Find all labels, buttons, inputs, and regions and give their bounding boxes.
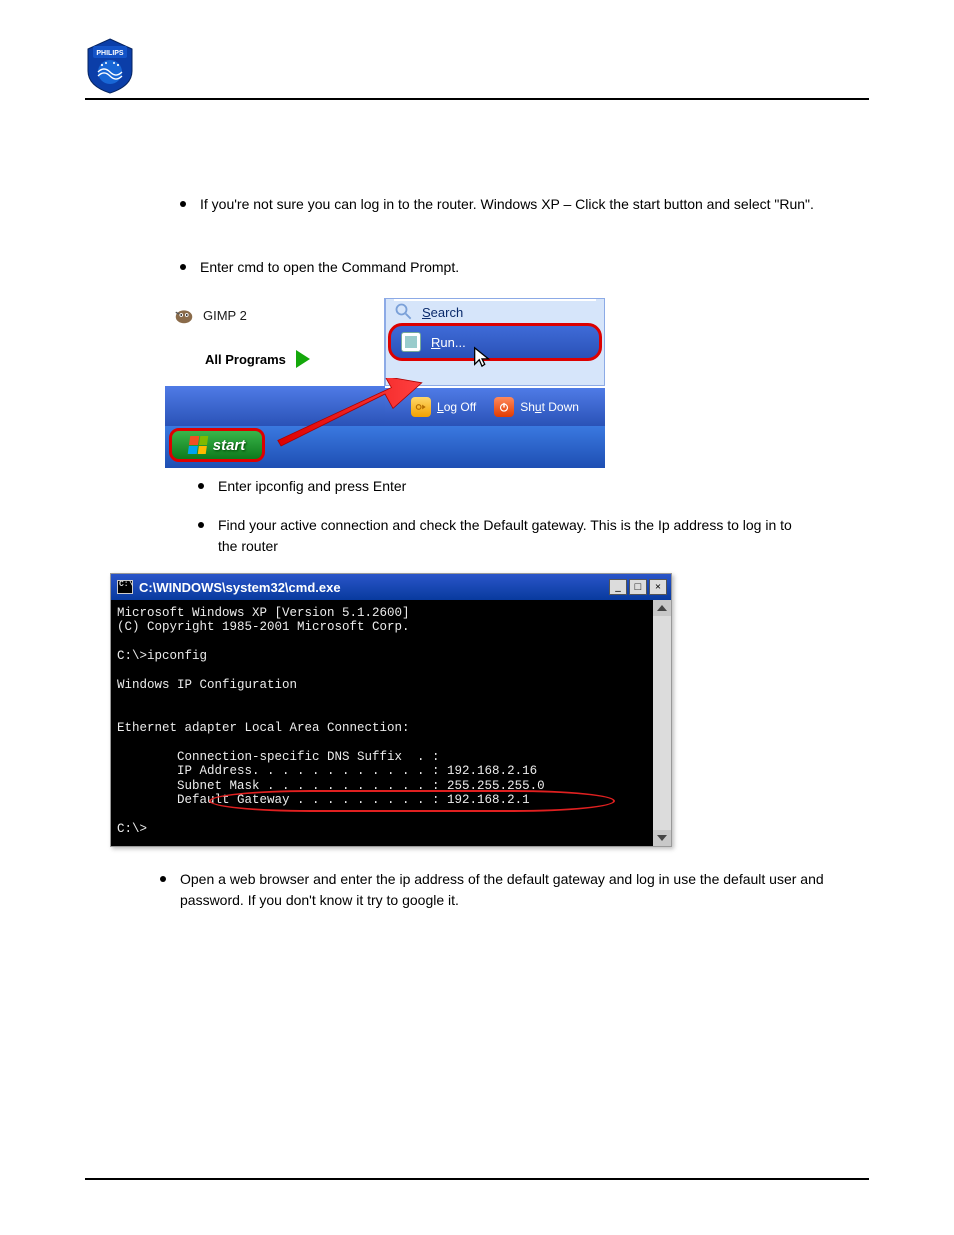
bullet-dot-icon bbox=[180, 264, 186, 270]
cmd-icon bbox=[117, 580, 133, 594]
chevron-right-icon bbox=[296, 350, 310, 368]
cmd-title: C:\WINDOWS\system32\cmd.exe bbox=[139, 580, 341, 595]
bullet-dot-icon bbox=[198, 522, 204, 528]
bullet-text: Find your active connection and check th… bbox=[218, 515, 798, 557]
start-right-panel: Search Run... bbox=[385, 298, 605, 386]
bullet-dot-icon bbox=[160, 876, 166, 882]
all-programs-label: All Programs bbox=[205, 352, 286, 367]
all-programs-button[interactable]: All Programs bbox=[205, 350, 310, 368]
svg-text:PHILIPS: PHILIPS bbox=[96, 50, 124, 57]
bullet-dot-icon bbox=[198, 483, 204, 489]
cmd-terminal-body[interactable]: Microsoft Windows XP [Version 5.1.2600] … bbox=[111, 600, 671, 846]
logoff-button[interactable]: Log Off bbox=[411, 397, 476, 417]
bullet-row: If you're not sure you can log in to the… bbox=[180, 194, 820, 215]
cmd-titlebar[interactable]: C:\WINDOWS\system32\cmd.exe _ □ × bbox=[111, 574, 671, 600]
search-label: Search bbox=[422, 305, 463, 320]
run-menu-item[interactable]: Run... bbox=[388, 323, 602, 361]
logoff-label: Log Off bbox=[437, 400, 476, 414]
cmd-output: Microsoft Windows XP [Version 5.1.2600] … bbox=[117, 606, 545, 836]
bullet-text: Enter cmd to open the Command Prompt. bbox=[200, 257, 869, 278]
cmd-window-screenshot: C:\WINDOWS\system32\cmd.exe _ □ × Micros… bbox=[110, 573, 672, 847]
search-icon bbox=[394, 302, 414, 322]
gimp-icon bbox=[173, 304, 195, 326]
bullet-row: Enter cmd to open the Command Prompt. bbox=[180, 257, 869, 278]
shutdown-label: Shut Down bbox=[520, 400, 579, 414]
maximize-button[interactable]: □ bbox=[629, 579, 647, 595]
minimize-button[interactable]: _ bbox=[609, 579, 627, 595]
start-item-label: GIMP 2 bbox=[203, 308, 247, 323]
start-footer-left bbox=[165, 386, 385, 426]
philips-logo: PHILIPS bbox=[85, 38, 135, 94]
page-header: PHILIPS bbox=[85, 0, 869, 100]
logoff-icon bbox=[411, 397, 431, 417]
bullet-row: Open a web browser and enter the ip addr… bbox=[160, 869, 860, 911]
scroll-down-button[interactable] bbox=[653, 830, 671, 846]
bullet-text: Open a web browser and enter the ip addr… bbox=[180, 869, 860, 911]
bullet-dot-icon bbox=[180, 201, 186, 207]
run-icon bbox=[401, 332, 421, 352]
shutdown-icon bbox=[494, 397, 514, 417]
start-item-gimp[interactable]: GIMP 2 bbox=[173, 304, 247, 326]
run-label: Run... bbox=[431, 335, 466, 350]
shutdown-button[interactable]: Shut Down bbox=[494, 397, 579, 417]
cursor-icon bbox=[471, 346, 493, 368]
start-label: start bbox=[213, 437, 246, 454]
page-footer-rule bbox=[85, 1178, 869, 1180]
bullet-row: Enter ipconfig and press Enter bbox=[198, 476, 869, 497]
close-button[interactable]: × bbox=[649, 579, 667, 595]
bullet-text: Enter ipconfig and press Enter bbox=[218, 476, 869, 497]
start-menu-screenshot: GIMP 2 All Programs Search Run... bbox=[165, 298, 605, 468]
scroll-up-button[interactable] bbox=[653, 600, 671, 616]
bullet-row: Find your active connection and check th… bbox=[198, 515, 798, 557]
start-footer-right: Log Off Shut Down bbox=[385, 388, 605, 426]
windows-flag-icon bbox=[187, 436, 208, 454]
start-button[interactable]: start bbox=[169, 428, 265, 462]
start-left-panel: GIMP 2 All Programs bbox=[165, 298, 385, 386]
search-menu-item[interactable]: Search bbox=[394, 299, 596, 323]
bullet-text: If you're not sure you can log in to the… bbox=[200, 194, 820, 215]
